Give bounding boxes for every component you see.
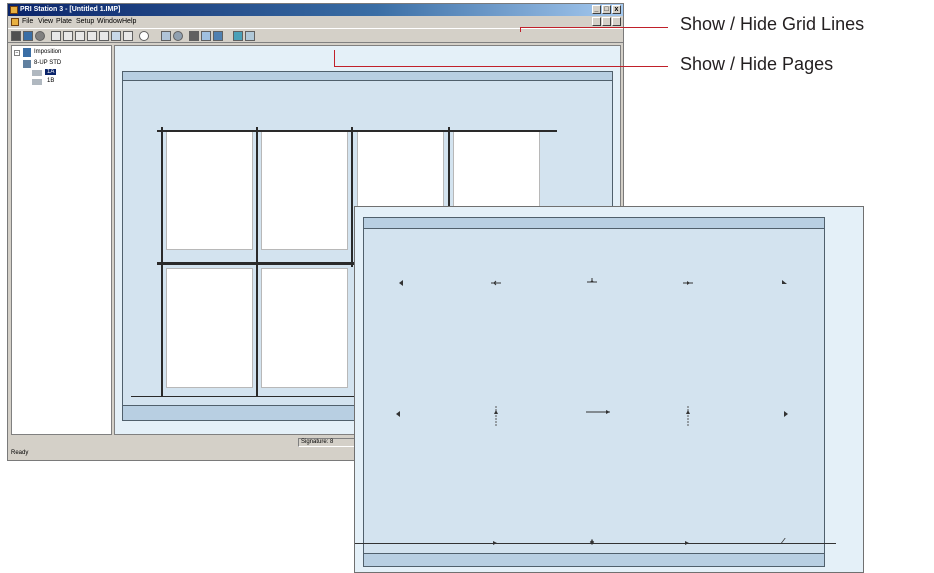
crop-mark — [589, 539, 595, 545]
tree-page-1a[interactable]: 1A — [45, 69, 57, 75]
callout-grid-lines: Show / Hide Grid Lines — [680, 14, 865, 34]
crop-mark — [494, 406, 498, 426]
zoomed-plate-top-band — [364, 218, 824, 229]
crop-mark — [586, 410, 610, 414]
settings-icon[interactable] — [173, 31, 183, 41]
sheet-icon[interactable] — [201, 31, 211, 41]
menu-setup[interactable]: Setup — [76, 16, 94, 27]
layout-1-icon[interactable] — [51, 31, 61, 41]
doc-minimize-button[interactable] — [592, 17, 601, 26]
doc-close-button[interactable] — [612, 17, 621, 26]
grid-line — [131, 396, 371, 397]
rotate-icon[interactable] — [161, 31, 171, 41]
crop-mark — [683, 281, 693, 285]
layout-7-icon[interactable] — [123, 31, 133, 41]
title-bar[interactable]: PRI Station 3 - [Untitled 1.IMP] _ □ x — [8, 4, 623, 16]
tree-page-1b[interactable]: 1B — [47, 78, 54, 84]
menu-file[interactable]: File — [22, 16, 33, 27]
layout-2-icon[interactable] — [63, 31, 73, 41]
zoomed-plate-view — [354, 206, 864, 573]
collapse-icon[interactable]: − — [14, 50, 20, 56]
imposition-icon — [23, 48, 31, 57]
open-icon[interactable] — [23, 31, 33, 41]
zoomed-plate — [355, 217, 836, 567]
crop-mark — [685, 541, 689, 545]
page-thumbnail[interactable] — [166, 268, 253, 388]
menu-window[interactable]: Window — [97, 16, 122, 27]
signature-status: Signature: 8 — [298, 438, 358, 447]
callout-pages: Show / Hide Pages — [680, 54, 834, 74]
grid-line — [157, 130, 557, 132]
close-button[interactable]: x — [612, 5, 621, 14]
crop-mark — [396, 411, 400, 417]
layout-3-icon[interactable] — [75, 31, 85, 41]
page-thumbnail[interactable] — [261, 268, 348, 388]
zoom-dropdown-icon[interactable] — [151, 31, 157, 41]
layout-4-icon[interactable] — [87, 31, 97, 41]
pages-toggle-icon[interactable] — [245, 31, 255, 41]
doc-restore-button[interactable] — [602, 17, 611, 26]
print-icon[interactable] — [35, 31, 45, 41]
crop-mark — [587, 278, 597, 283]
callout-line-grid — [520, 27, 668, 28]
crop-mark — [491, 280, 501, 286]
crop-mark — [784, 411, 788, 417]
plate-top-band — [123, 72, 612, 81]
imposition-tree: − Imposition 8-UP STD 1A 1B — [11, 45, 112, 435]
crop-mark — [686, 406, 690, 426]
crop-mark — [399, 280, 403, 286]
app-icon — [10, 6, 18, 14]
tree-sheet-label[interactable]: 8-UP STD — [34, 60, 61, 66]
page-icon — [32, 79, 42, 85]
window-title: PRI Station 3 - [Untitled 1.IMP] — [20, 6, 121, 13]
menu-view[interactable]: View — [38, 16, 53, 27]
page-thumbnail[interactable] — [166, 130, 253, 250]
save-icon[interactable] — [11, 31, 21, 41]
plate-icon[interactable] — [189, 31, 199, 41]
zoomed-plate-bottom-band — [364, 553, 824, 566]
maximize-button[interactable]: □ — [602, 5, 611, 14]
menu-bar: File View Plate Setup Window Help — [8, 16, 623, 27]
crop-mark — [782, 280, 787, 284]
monitor-icon[interactable] — [213, 31, 223, 41]
menu-help[interactable]: Help — [122, 16, 136, 27]
callout-line-pages — [334, 66, 668, 67]
toolbar — [8, 28, 623, 43]
zoom-icon[interactable] — [139, 31, 149, 41]
grid-line — [351, 127, 353, 267]
sheet-icon — [23, 60, 31, 68]
crop-mark — [780, 538, 786, 544]
menu-plate[interactable]: Plate — [56, 16, 72, 27]
ready-status: Ready — [11, 450, 29, 456]
page-thumbnail[interactable] — [261, 130, 348, 250]
tree-root-label[interactable]: Imposition — [34, 49, 61, 55]
doc-icon — [11, 18, 19, 26]
page-icon — [32, 70, 42, 76]
layout-5-icon[interactable] — [99, 31, 109, 41]
grid-line — [256, 127, 258, 397]
callout-line-grid — [520, 27, 521, 32]
layout-6-icon[interactable] — [111, 31, 121, 41]
crop-mark — [493, 541, 497, 545]
minimize-button[interactable]: _ — [592, 5, 601, 14]
grid-lines-toggle-icon[interactable] — [233, 31, 243, 41]
grid-line — [161, 127, 163, 397]
callout-line-pages — [334, 50, 335, 67]
